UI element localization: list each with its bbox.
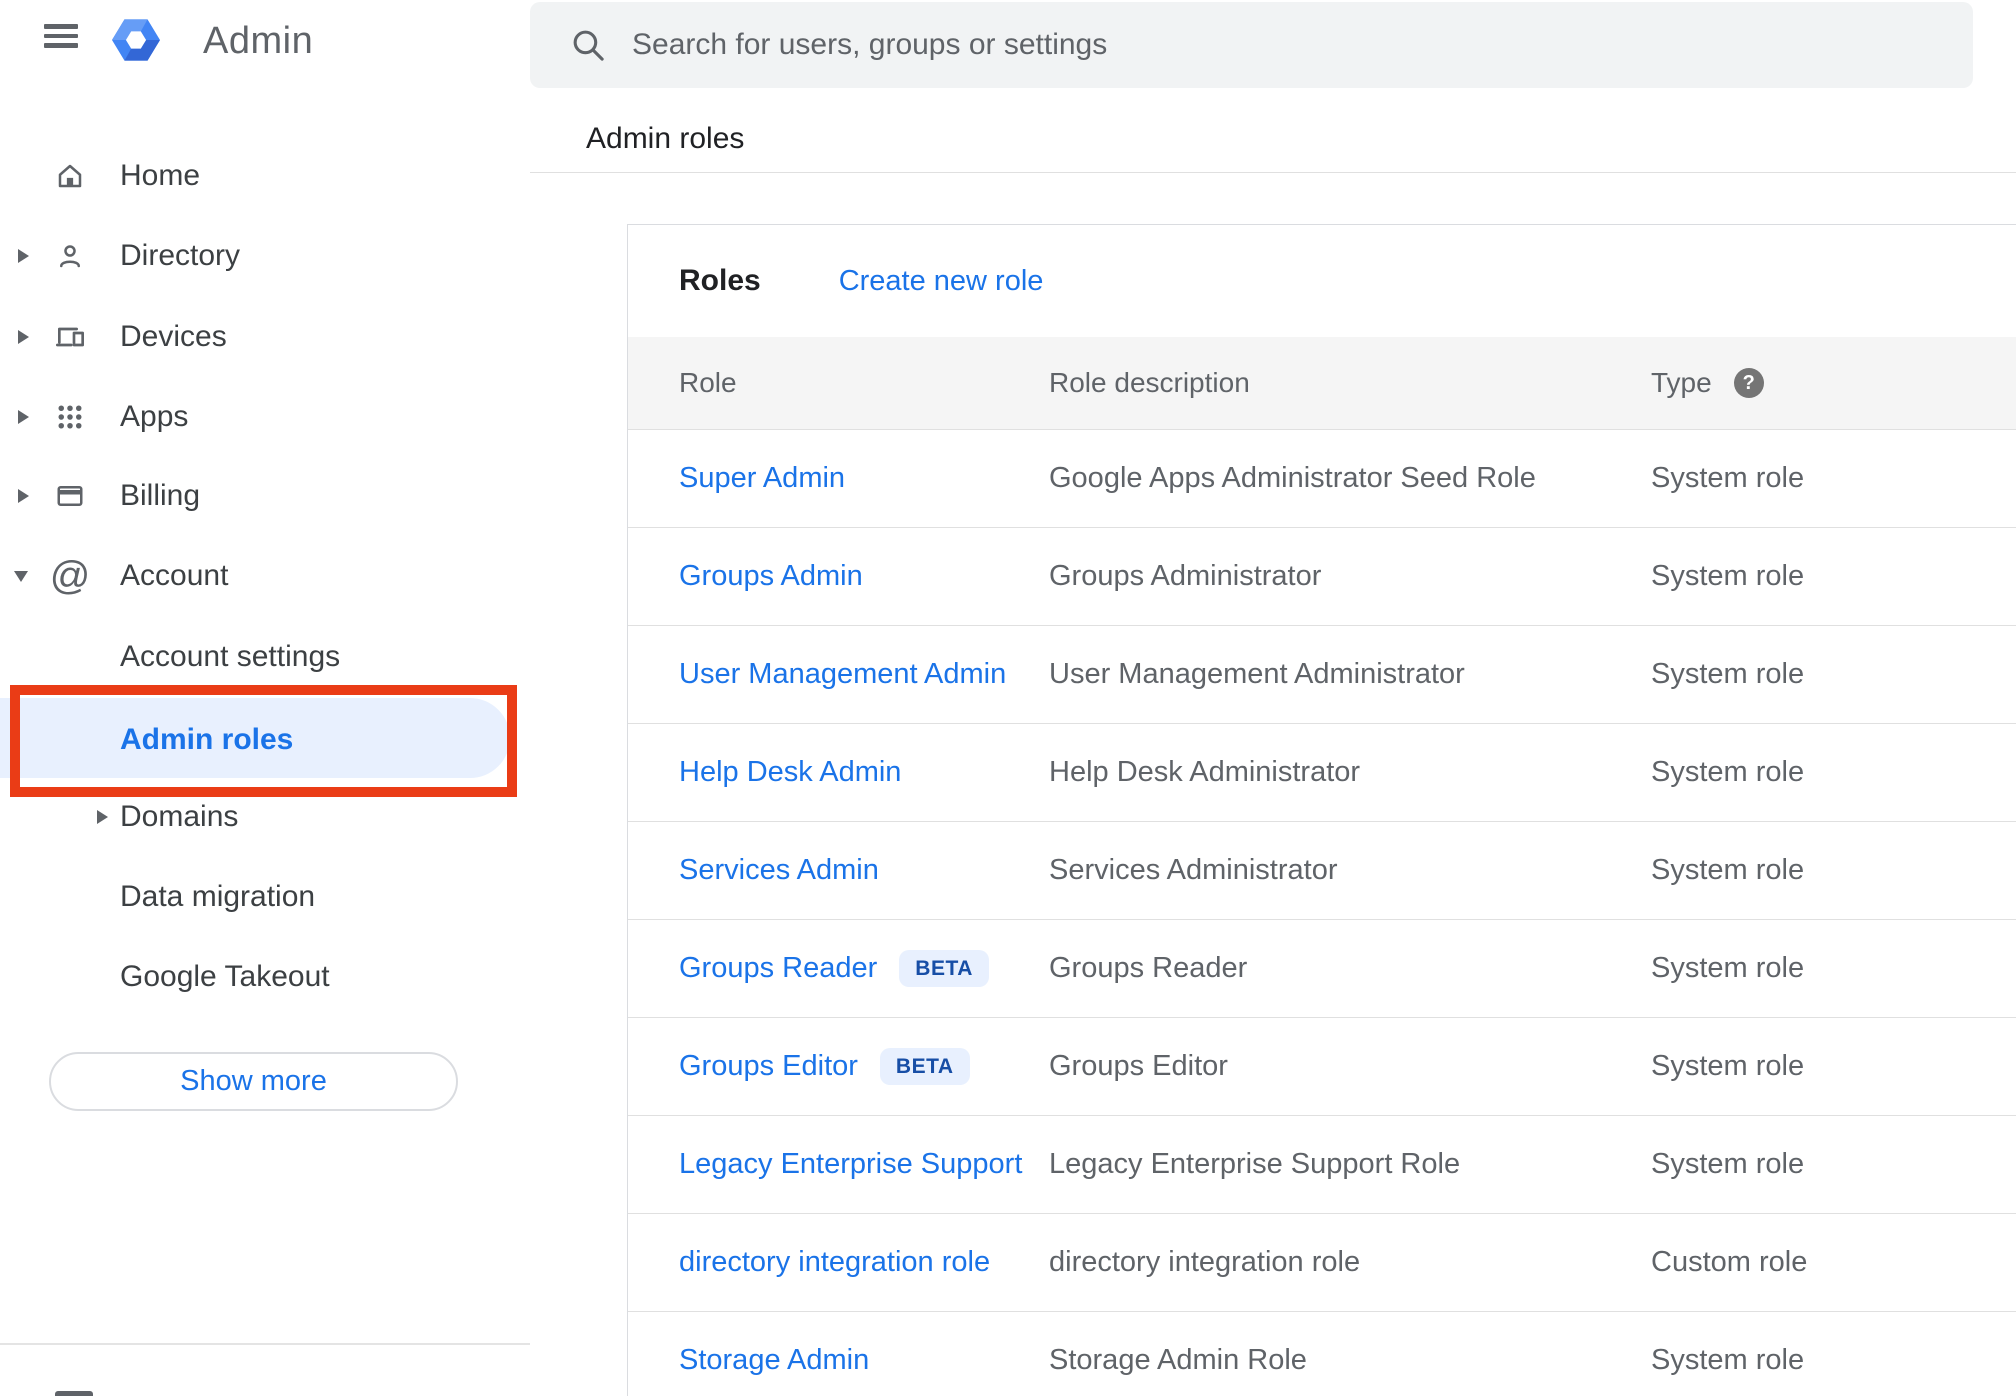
table-row: Legacy Enterprise Support Legacy Enterpr… (628, 1116, 2016, 1214)
role-type: System role (1651, 658, 1805, 690)
table-row: Super Admin Google Apps Administrator Se… (628, 430, 2016, 528)
sidebar-item-label: Account settings (120, 640, 341, 673)
role-type: System role (1651, 1050, 1805, 1082)
role-link[interactable]: Super Admin (679, 462, 845, 495)
beta-badge: BETA (879, 1048, 970, 1085)
table-row: Help Desk Admin Help Desk Administrator … (628, 724, 2016, 822)
role-type: System role (1651, 1148, 1805, 1180)
home-icon (54, 160, 86, 192)
expand-arrow-icon[interactable] (18, 410, 29, 424)
help-icon[interactable]: ? (1733, 368, 1764, 398)
role-description: Google Apps Administrator Seed Role (1049, 462, 1536, 494)
role-type: System role (1651, 462, 1805, 494)
sidebar-item-billing[interactable]: Billing (0, 456, 530, 536)
search-icon (573, 30, 604, 61)
role-type: System role (1651, 1344, 1805, 1376)
sidebar-item-label: Account (120, 559, 229, 592)
sidebar-item-domains[interactable]: Domains (0, 777, 530, 857)
admin-console-screen: Admin Home Directory Devices Apps Billin… (0, 0, 2016, 1396)
table-row: Services Admin Services Administrator Sy… (628, 822, 2016, 920)
role-type: Custom role (1651, 1246, 1808, 1278)
collapse-arrow-icon[interactable] (14, 570, 28, 582)
table-row: directory integration role directory int… (628, 1214, 2016, 1312)
role-type: System role (1651, 952, 1805, 984)
sidebar-item-account-settings[interactable]: Account settings (0, 617, 530, 697)
column-header-role: Role (679, 367, 737, 398)
column-header-description: Role description (1049, 367, 1250, 398)
support-peek-icon (55, 1391, 93, 1396)
search-bar (530, 2, 1973, 88)
beta-badge: BETA (899, 950, 989, 987)
at-sign-icon: @ (49, 554, 91, 598)
role-link[interactable]: Groups Admin (679, 560, 863, 593)
role-description: Groups Administrator (1049, 560, 1322, 592)
sidebar-item-label: Domains (120, 800, 239, 833)
role-description: directory integration role (1049, 1246, 1361, 1278)
column-header-type: Type ? (1651, 367, 2016, 399)
expand-arrow-icon[interactable] (18, 249, 29, 263)
create-new-role-link[interactable]: Create new role (839, 265, 1044, 298)
sidebar-item-directory[interactable]: Directory (0, 216, 530, 296)
role-description: Storage Admin Role (1049, 1344, 1307, 1376)
sidebar-item-label: Billing (120, 479, 201, 512)
credit-card-icon (54, 480, 86, 512)
sidebar-item-label: Google Takeout (120, 960, 330, 993)
sidebar-item-google-takeout[interactable]: Google Takeout (0, 937, 530, 1017)
expand-arrow-icon[interactable] (18, 330, 29, 344)
role-type: System role (1651, 854, 1805, 886)
main-content: Admin roles Roles Create new role Role R… (530, 0, 2016, 1396)
sidebar-item-admin-roles[interactable]: Admin roles (0, 700, 530, 780)
table-row: Groups Reader BETA Groups Reader System … (628, 920, 2016, 1018)
table-row: User Management Admin User Management Ad… (628, 626, 2016, 724)
role-link[interactable]: Groups Reader (679, 952, 877, 985)
role-link[interactable]: Services Admin (679, 854, 879, 887)
google-admin-logo-icon (112, 19, 160, 61)
roles-panel: Roles Create new role Role Role descript… (627, 224, 2016, 1396)
sidebar-item-label: Devices (120, 320, 227, 353)
table-row: Storage Admin Storage Admin Role System … (628, 1312, 2016, 1396)
apps-grid-icon (54, 401, 86, 433)
page-divider (530, 172, 2016, 173)
devices-icon (54, 321, 86, 353)
role-description: Services Administrator (1049, 854, 1338, 886)
sidebar-item-label: Admin roles (120, 723, 294, 756)
role-description: Groups Reader (1049, 952, 1248, 984)
sidebar-item-label: Home (120, 159, 201, 192)
role-description: User Management Administrator (1049, 658, 1465, 690)
expand-arrow-icon[interactable] (97, 810, 108, 824)
sidebar-item-apps[interactable]: Apps (0, 377, 530, 457)
role-description: Legacy Enterprise Support Role (1049, 1148, 1461, 1180)
role-description: Help Desk Administrator (1049, 756, 1361, 788)
breadcrumb: Admin roles (586, 122, 745, 155)
role-link[interactable]: Legacy Enterprise Support (679, 1148, 1022, 1181)
role-link[interactable]: Help Desk Admin (679, 756, 901, 789)
table-row: Groups Editor BETA Groups Editor System … (628, 1018, 2016, 1116)
admin-wordmark: Admin (203, 20, 314, 62)
panel-title: Roles (679, 264, 761, 297)
sidebar-item-label: Directory (120, 239, 241, 272)
sidebar-item-home[interactable]: Home (0, 136, 530, 216)
role-type: System role (1651, 560, 1805, 592)
roles-panel-header: Roles Create new role (628, 225, 2016, 337)
role-link[interactable]: Groups Editor (679, 1050, 858, 1083)
role-link[interactable]: User Management Admin (679, 658, 1006, 691)
sidebar-footer-divider (0, 1343, 530, 1345)
table-header-row: Role Role description Type ? (628, 337, 2016, 430)
sidebar-item-devices[interactable]: Devices (0, 297, 530, 377)
expand-arrow-icon[interactable] (18, 489, 29, 503)
role-description: Groups Editor (1049, 1050, 1228, 1082)
role-link[interactable]: Storage Admin (679, 1344, 869, 1377)
table-row: Groups Admin Groups Administrator System… (628, 528, 2016, 626)
sidebar-item-label: Data migration (120, 880, 316, 913)
role-type: System role (1651, 756, 1805, 788)
role-link[interactable]: directory integration role (679, 1246, 990, 1279)
person-icon (54, 240, 86, 272)
sidebar-item-data-migration[interactable]: Data migration (0, 857, 530, 937)
menu-hamburger-icon[interactable] (44, 24, 78, 48)
sidebar-item-account[interactable]: @ Account (0, 536, 530, 616)
search-input[interactable] (630, 27, 1973, 63)
show-more-button[interactable]: Show more (49, 1052, 458, 1111)
sidebar-item-label: Apps (120, 400, 189, 433)
sidebar: Admin Home Directory Devices Apps Billin… (0, 0, 530, 1396)
